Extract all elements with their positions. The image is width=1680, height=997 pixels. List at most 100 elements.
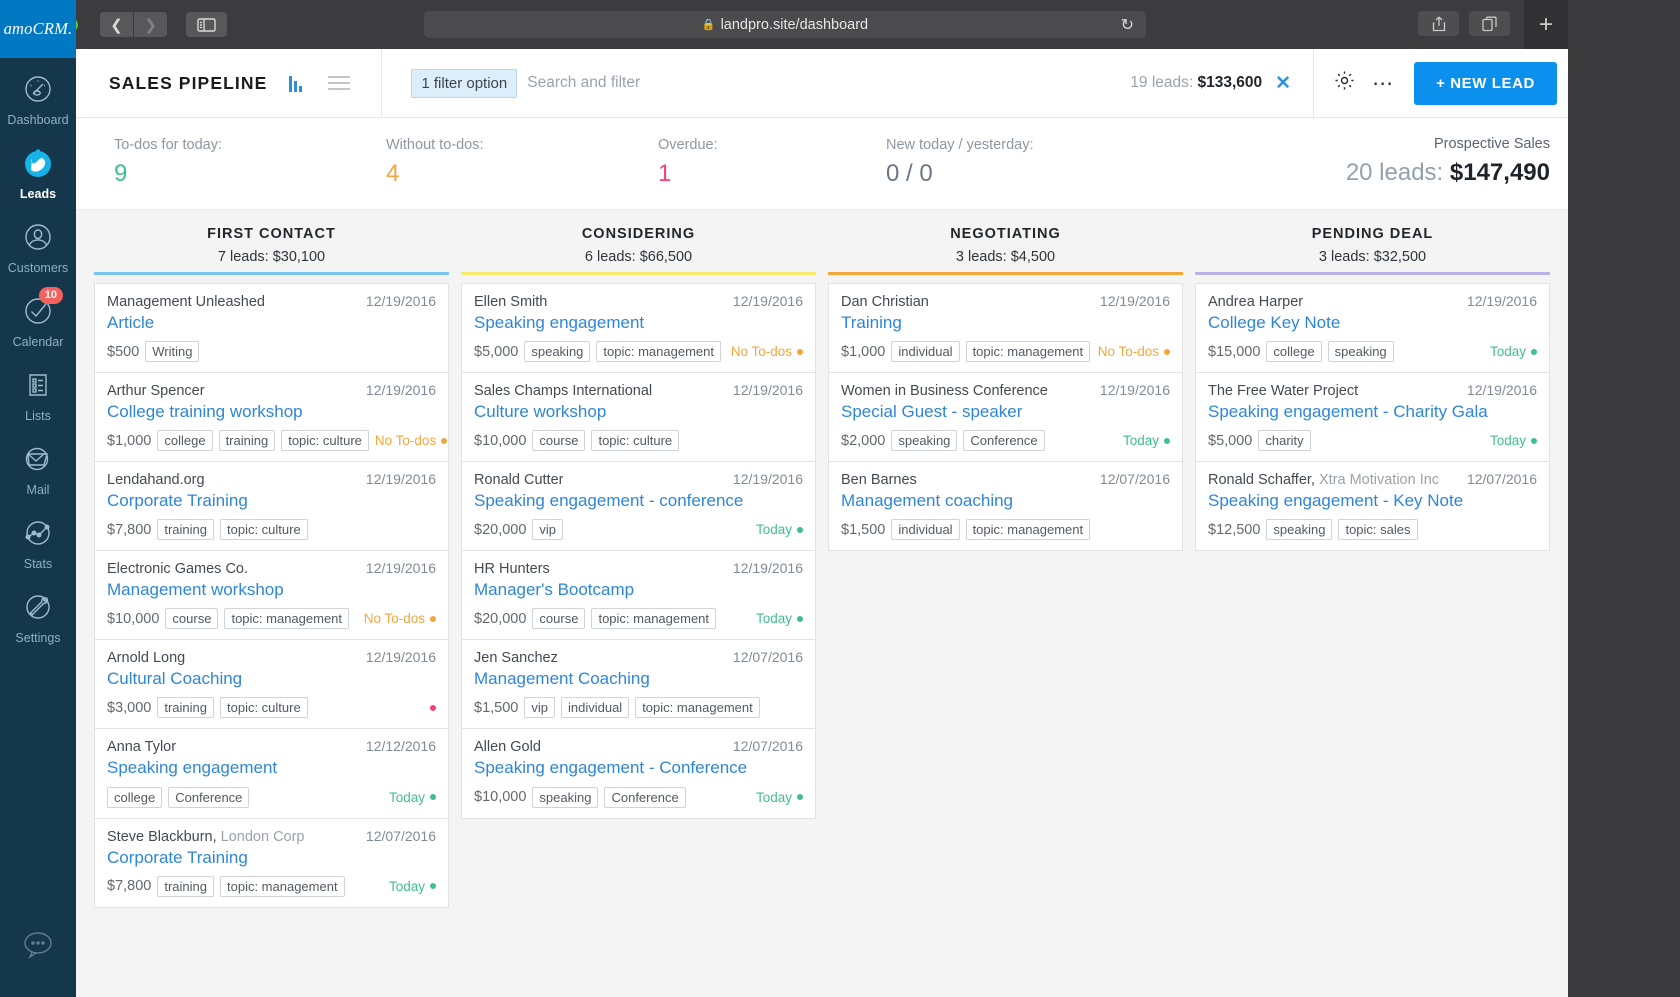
lead-tag[interactable]: Conference: [963, 430, 1045, 452]
back-button[interactable]: ❮: [100, 12, 133, 37]
lead-title[interactable]: Speaking engagement: [474, 312, 803, 334]
lead-card[interactable]: Electronic Games Co. 12/19/2016 Management…: [94, 550, 449, 640]
lead-tag[interactable]: course: [532, 430, 586, 452]
lead-title[interactable]: Culture workshop: [474, 401, 803, 423]
lead-tag[interactable]: topic: culture: [220, 697, 308, 719]
lead-tag[interactable]: individual: [560, 697, 630, 719]
search-and-filter[interactable]: 1 filter option Search and filter: [381, 48, 1130, 118]
gear-icon[interactable]: [1334, 70, 1355, 96]
lead-tag[interactable]: vip: [532, 519, 564, 541]
lead-card[interactable]: Jen Sanchez 12/07/2016 Management Coaching…: [461, 639, 816, 729]
lead-tag[interactable]: training: [157, 875, 214, 897]
pipeline-view-icon[interactable]: [289, 74, 303, 92]
sidebar-item-settings[interactable]: Settings: [0, 577, 76, 651]
lead-card[interactable]: Arthur Spencer 12/19/2016 College training…: [94, 372, 449, 462]
share-icon[interactable]: [1418, 11, 1459, 36]
lead-card[interactable]: Ronald Cutter 12/19/2016 Speaking engageme…: [461, 461, 816, 551]
lead-tag[interactable]: topic: sales: [1338, 519, 1418, 541]
lead-tag[interactable]: topic: culture: [220, 519, 308, 541]
lead-tag[interactable]: Writing: [145, 341, 200, 363]
lead-tag[interactable]: college: [1266, 341, 1322, 363]
close-icon[interactable]: ✕: [1275, 72, 1291, 95]
lead-card[interactable]: Arnold Long 12/19/2016 Cultural Coaching $3…: [94, 639, 449, 729]
lead-tag[interactable]: speaking: [524, 341, 591, 363]
lead-tag[interactable]: speaking: [1327, 341, 1394, 363]
lead-tag[interactable]: charity: [1258, 430, 1311, 452]
lead-tag[interactable]: college: [107, 786, 163, 808]
lead-card[interactable]: Management Unleashed 12/19/2016 Article $50…: [94, 283, 449, 373]
filter-chip[interactable]: 1 filter option: [411, 68, 518, 98]
lead-tag[interactable]: topic: management: [965, 341, 1091, 363]
lead-tag[interactable]: speaking: [1266, 519, 1333, 541]
lead-tag[interactable]: topic: management: [635, 697, 760, 719]
sidebar-item-dashboard[interactable]: Dashboard: [0, 59, 76, 133]
lead-tag[interactable]: topic: management: [220, 875, 345, 897]
lead-tag[interactable]: speaking: [532, 786, 599, 808]
amocrm-logo[interactable]: amoCRM.: [0, 0, 76, 58]
lead-title[interactable]: Management Coaching: [474, 668, 803, 690]
more-dots-icon[interactable]: ⋯: [1372, 71, 1394, 96]
sidebar-toggle-icon[interactable]: [186, 12, 227, 37]
lead-title[interactable]: College Key Note: [1208, 312, 1537, 334]
lead-title[interactable]: Speaking engagement - conference: [474, 490, 803, 512]
lead-tag[interactable]: training: [218, 430, 276, 452]
sidebar-item-calendar[interactable]: 10 Calendar: [0, 281, 76, 355]
lead-tag[interactable]: topic: management: [591, 608, 717, 630]
lead-title[interactable]: Cultural Coaching: [107, 668, 436, 690]
lead-card[interactable]: Dan Christian 12/19/2016 Training $1,000 ind…: [828, 283, 1183, 373]
lead-card[interactable]: Steve Blackburn, London Corp 12/07/2016 Co…: [94, 817, 449, 908]
sidebar-item-leads[interactable]: Leads: [0, 133, 76, 207]
address-bar[interactable]: 🔒 landpro.site/dashboard ↻: [424, 11, 1146, 38]
lead-card[interactable]: Allen Gold 12/07/2016 Speaking engagement …: [461, 728, 816, 819]
lead-tag[interactable]: individual: [891, 341, 960, 363]
sidebar-item-stats[interactable]: Stats: [0, 503, 76, 577]
lead-tag[interactable]: speaking: [891, 430, 958, 452]
lead-title[interactable]: Corporate Training: [107, 847, 436, 869]
chat-bubble-icon[interactable]: [0, 929, 76, 959]
add-new-lead-button[interactable]: + NEW LEAD: [1414, 61, 1557, 105]
lead-card[interactable]: Anna Tylor 12/12/2016 Speaking engagement c…: [94, 728, 449, 818]
lead-tag[interactable]: topic: management: [224, 608, 350, 630]
lead-tag[interactable]: individual: [891, 519, 960, 541]
new-tab-button[interactable]: +: [1524, 0, 1568, 49]
sidebar-item-customers[interactable]: Customers: [0, 207, 76, 281]
reload-icon[interactable]: ↻: [1121, 15, 1134, 35]
lead-title[interactable]: Corporate Training: [107, 490, 436, 512]
lead-card[interactable]: Sales Champs International 12/19/2016 Cult…: [461, 372, 816, 462]
lead-card[interactable]: Andrea Harper 12/19/2016 College Key Note $…: [1195, 283, 1550, 373]
lead-title[interactable]: Special Guest - speaker: [841, 401, 1170, 423]
lead-tag[interactable]: topic: management: [596, 341, 721, 363]
show-tabs-icon[interactable]: [1469, 11, 1510, 36]
list-view-icon[interactable]: [328, 76, 351, 90]
lead-tag[interactable]: topic: culture: [591, 430, 680, 452]
lead-card[interactable]: HR Hunters 12/19/2016 Manager's Bootcamp $2…: [461, 550, 816, 640]
lead-tag[interactable]: training: [157, 519, 214, 541]
lead-title[interactable]: College training workshop: [107, 401, 436, 423]
lead-title[interactable]: Article: [107, 312, 436, 334]
lead-tag[interactable]: vip: [524, 697, 555, 719]
sidebar-item-lists[interactable]: Lists: [0, 355, 76, 429]
lead-title[interactable]: Training: [841, 312, 1170, 334]
lead-tag[interactable]: Conference: [604, 786, 686, 808]
lead-card[interactable]: Women in Business Conference 12/19/2016 Sp…: [828, 372, 1183, 462]
lead-title[interactable]: Speaking engagement - Charity Gala: [1208, 401, 1537, 423]
forward-button[interactable]: ❯: [134, 12, 167, 37]
lead-card[interactable]: Ben Barnes 12/07/2016 Management coaching $…: [828, 461, 1183, 552]
lead-card[interactable]: The Free Water Project 12/19/2016 Speaking…: [1195, 372, 1550, 462]
lead-tag[interactable]: topic: management: [965, 519, 1091, 541]
lead-tag[interactable]: Conference: [168, 786, 250, 808]
search-input[interactable]: Search and filter: [527, 74, 640, 92]
lead-card[interactable]: Ronald Schaffer, Xtra Motivation Inc 12/0…: [1195, 461, 1550, 552]
lead-title[interactable]: Management coaching: [841, 490, 1170, 512]
lead-tag[interactable]: college: [157, 430, 213, 452]
lead-title[interactable]: Speaking engagement - Conference: [474, 757, 803, 779]
lead-title[interactable]: Management workshop: [107, 579, 436, 601]
lead-title[interactable]: Speaking engagement - Key Note: [1208, 490, 1537, 512]
lead-tag[interactable]: course: [532, 608, 586, 630]
lead-title[interactable]: Manager's Bootcamp: [474, 579, 803, 601]
lead-tag[interactable]: training: [157, 697, 214, 719]
lead-title[interactable]: Speaking engagement: [107, 757, 436, 779]
lead-tag[interactable]: topic: culture: [281, 430, 369, 452]
lead-card[interactable]: Ellen Smith 12/19/2016 Speaking engagement…: [461, 283, 816, 373]
lead-tag[interactable]: course: [165, 608, 219, 630]
